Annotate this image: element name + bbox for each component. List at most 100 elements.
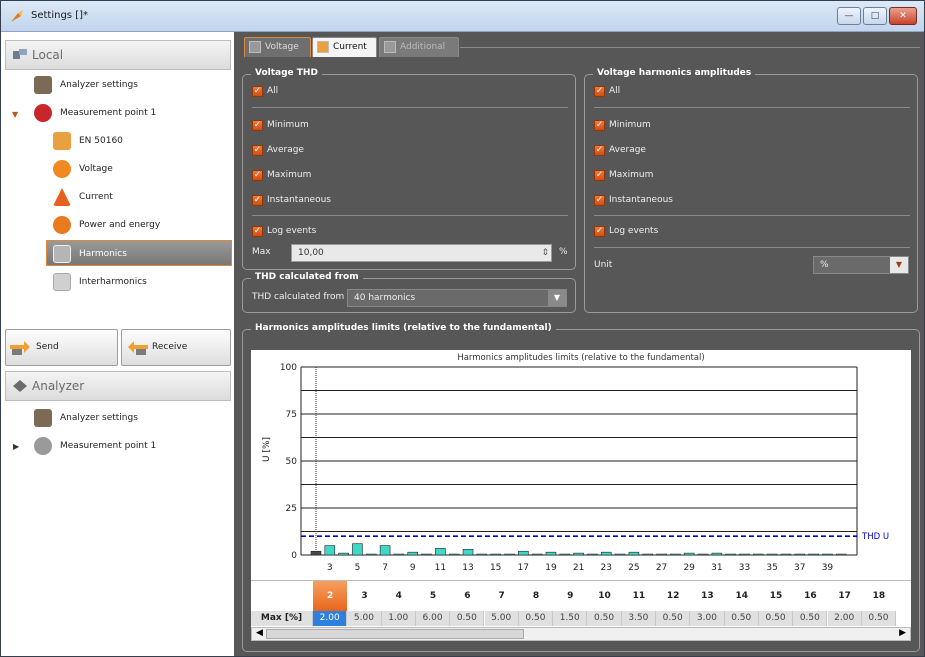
table-header-cell[interactable]: 12 [656,581,690,611]
table-cell[interactable]: 3.00 [690,611,725,626]
analyzer-tree-item-analyzer-settings[interactable]: Analyzer settings [34,405,224,431]
scroll-left-icon[interactable]: ◀ [256,628,263,638]
thd-minimum-checkbox[interactable]: ✓ Minimum [252,119,309,133]
chart-bar [379,545,391,556]
chart-bar [835,553,847,556]
table-cell[interactable]: 6.00 [415,611,451,626]
vha-minimum-checkbox[interactable]: ✓ Minimum [594,119,651,133]
checkmark-icon: ✓ [594,170,605,181]
table-cell[interactable]: 0.50 [861,611,897,626]
table-cell[interactable]: 0.50 [724,611,759,626]
table-header-cell[interactable]: 11 [622,581,656,611]
table-header-cell[interactable]: 3 [347,581,381,611]
table-cell[interactable]: 5.00 [484,611,519,626]
table-header-cell[interactable]: 6 [450,581,484,611]
table-header-cell[interactable]: 15 [759,581,793,611]
thd-maximum-checkbox[interactable]: ✓ Maximum [252,169,311,183]
minimize-button[interactable]: — [837,7,861,25]
chevron-down-icon[interactable]: ▼ [890,257,908,273]
thd-all-checkbox[interactable]: ✓ All [252,85,278,99]
table-header-cell[interactable]: 10 [587,581,621,611]
computer-icon [13,49,27,59]
table-cell[interactable]: 2.00 [313,611,348,626]
divider [252,107,568,108]
vha-unit-dropdown[interactable]: % ▼ [813,256,909,274]
voltage-thd-group: Voltage THD ✓ All ✓ Minimum ✓ Average ✓ Maxi… [242,68,576,270]
x-tick-label: 37 [794,563,805,573]
tab-current[interactable]: Current [312,37,377,57]
thd-log-events-checkbox[interactable]: ✓ Log events [252,225,316,239]
x-tick-label: 21 [573,563,584,573]
table-cell[interactable]: 0.50 [450,611,485,626]
table-cell[interactable]: 0.50 [518,611,554,626]
chart-bar [822,553,833,556]
tree-item-interharmonics[interactable]: Interharmonics [53,269,223,295]
vha-average-checkbox[interactable]: ✓ Average [594,144,646,158]
tree-item-current[interactable]: Current [53,184,223,210]
chart-bar [753,553,764,556]
table-header-cell[interactable]: 14 [725,581,759,611]
x-tick-label: 29 [683,563,695,573]
table-cell[interactable]: 5.00 [347,611,382,626]
table-cell[interactable]: 1.50 [553,611,588,626]
tree-item-measurement-point-1[interactable]: Measurement point 1 [34,100,224,126]
y-tick-label: 25 [286,504,297,514]
table-cell[interactable]: 1.00 [381,611,416,626]
expand-arrow-icon[interactable]: ▼ [12,110,18,119]
spin-arrows-icon[interactable]: ⇕ [541,245,549,261]
tree-item-en-50160[interactable]: EN 50160 [53,128,223,154]
table-cell[interactable]: 0.50 [793,611,828,626]
table-row-label: Max [%] [251,611,313,626]
send-button[interactable]: Send [5,329,118,366]
table-cell[interactable]: 3.50 [621,611,656,626]
tree-item-power-and-energy[interactable]: Power and energy [53,212,223,238]
analyzer-tree-item-measurement-point-1[interactable]: Measurement point 1 [34,433,224,459]
horizontal-scrollbar[interactable]: ◀ ▶ [251,627,911,641]
table-cell[interactable]: 0.50 [587,611,622,626]
chevron-down-icon[interactable]: ▼ [548,290,566,306]
thd-instantaneous-checkbox[interactable]: ✓ Instantaneous [252,194,331,208]
harmonics-icon [249,41,261,53]
table-header-cell[interactable]: 8 [519,581,553,611]
tree-item-voltage[interactable]: Voltage [53,156,223,182]
harmonics-limits-title: Harmonics amplitudes limits (relative to… [251,323,556,333]
table-header-cell[interactable]: 2 [313,581,348,611]
table-header-cell[interactable]: 9 [553,581,587,611]
receive-button[interactable]: Receive [121,329,231,366]
table-cell[interactable]: 0.50 [656,611,691,626]
thd-max-input[interactable]: 10,00 ⇕ [291,244,552,262]
scroll-thumb[interactable] [266,629,524,639]
tab-voltage[interactable]: Voltage [244,37,311,57]
thd-average-checkbox[interactable]: ✓ Average [252,144,304,158]
table-cell[interactable]: 2.00 [827,611,862,626]
table-header-cell[interactable]: 13 [690,581,724,611]
vha-maximum-checkbox[interactable]: ✓ Maximum [594,169,653,183]
collapse-arrow-icon[interactable]: ▶ [13,442,19,451]
table-header-cell[interactable]: 7 [485,581,519,611]
divider [594,215,910,216]
close-button[interactable]: ✕ [889,7,917,25]
table-header-cell[interactable]: 5 [416,581,450,611]
checkmark-icon: ✓ [252,120,263,131]
table-header-cell[interactable]: 4 [382,581,416,611]
thd-calculated-dropdown[interactable]: 40 harmonics ▼ [347,289,567,307]
tree-item-analyzer-settings[interactable]: Analyzer settings [34,72,224,98]
vha-log-events-checkbox[interactable]: ✓ Log events [594,225,658,239]
tree-item-harmonics[interactable]: Harmonics [46,240,232,266]
table-cell[interactable]: 0.50 [758,611,794,626]
checkmark-icon: ✓ [594,86,605,97]
tab-additional[interactable]: Additional [379,37,459,57]
chart-bar [448,553,460,556]
vha-all-checkbox[interactable]: ✓ All [594,85,620,99]
table-header-cell[interactable]: 16 [793,581,827,611]
table-header-cell[interactable]: 17 [828,581,862,611]
divider [594,107,910,108]
table-header-cell[interactable]: 18 [862,581,896,611]
analyzer-header[interactable]: Analyzer [5,371,231,401]
chart-bar [435,548,446,556]
chart-bar [573,552,584,556]
scroll-right-icon[interactable]: ▶ [899,628,906,638]
vha-instantaneous-checkbox[interactable]: ✓ Instantaneous [594,194,673,208]
maximize-button[interactable]: □ [863,7,887,25]
local-header[interactable]: Local [5,40,231,70]
